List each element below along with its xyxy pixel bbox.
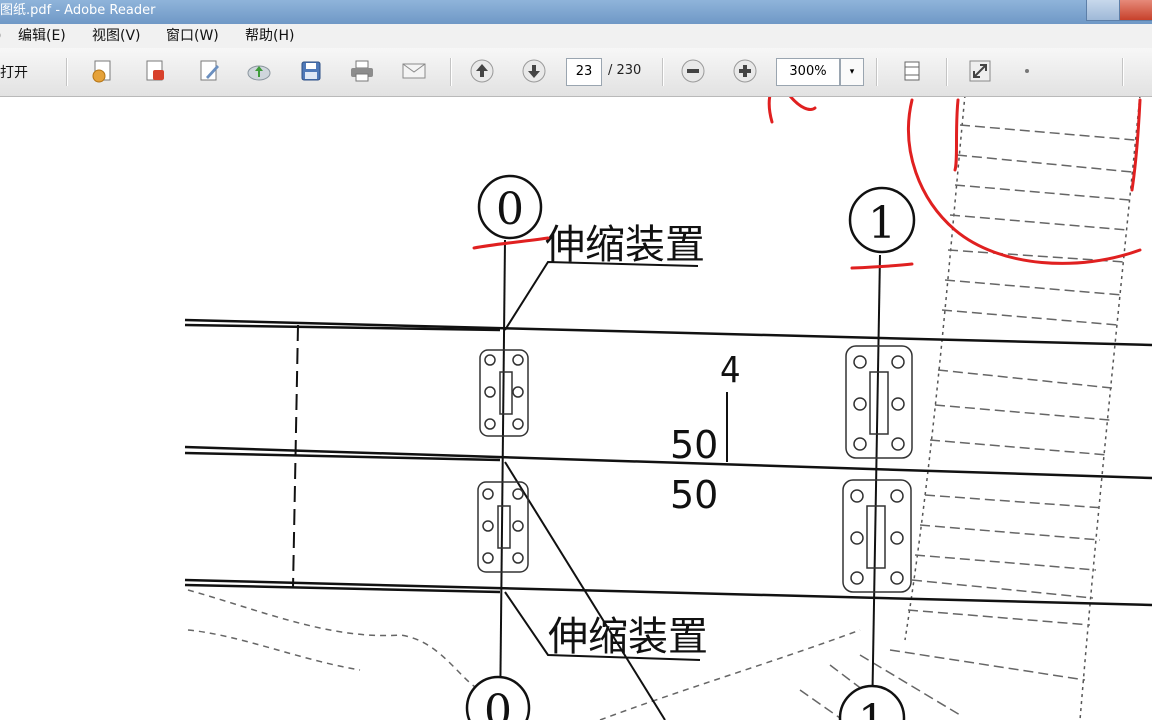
zoom-dropdown-button[interactable]: ▾ <box>840 58 864 86</box>
document-canvas[interactable]: 0 1 0 1 伸缩装置 伸缩装置 4 50 50 <box>0 97 1152 720</box>
page-total-label: / 230 <box>608 63 642 78</box>
title-bar: 图纸.pdf - Adobe Reader <box>0 0 1152 24</box>
dimension-50-bottom: 50 <box>670 473 718 517</box>
email-icon[interactable] <box>399 56 429 86</box>
window-title: 图纸.pdf - Adobe Reader <box>0 3 156 18</box>
toolbar-separator <box>662 58 664 86</box>
menu-item-file-partial[interactable]: ) <box>0 24 1 48</box>
print-icon[interactable] <box>347 56 377 86</box>
next-page-icon[interactable] <box>519 56 549 86</box>
axis-line-1 <box>871 254 881 720</box>
dimension-4: 4 <box>720 350 741 391</box>
toolbar-overflow-icon[interactable] <box>1012 56 1042 86</box>
expansion-joint-label-top: 伸缩装置 <box>545 222 705 268</box>
cloud-share-icon[interactable] <box>244 56 274 86</box>
zoom-in-icon[interactable] <box>730 56 760 86</box>
edit-document-icon[interactable] <box>194 56 224 86</box>
toolbar-separator <box>450 58 452 86</box>
ground-line <box>187 589 481 691</box>
export-pdf-icon[interactable] <box>140 56 170 86</box>
axis-label-0-bottom: 0 <box>484 686 512 720</box>
page-number-input[interactable]: 23 <box>566 58 602 86</box>
zoom-out-icon[interactable] <box>678 56 708 86</box>
open-button-label[interactable]: 打开 <box>0 62 28 82</box>
zoom-input[interactable]: 300% <box>776 58 840 86</box>
toolbar-separator <box>876 58 878 86</box>
expansion-joint-label-bottom: 伸缩装置 <box>548 614 708 660</box>
axis-label-1-top: 1 <box>868 198 896 249</box>
axis-label-0-top: 0 <box>496 184 524 235</box>
minimize-button[interactable] <box>1086 0 1120 21</box>
axis-label-1-bottom: 1 <box>858 696 886 720</box>
dimension-50-top: 50 <box>670 423 718 467</box>
toolbar-separator <box>66 58 68 86</box>
previous-page-icon[interactable] <box>467 56 497 86</box>
leader-top <box>504 260 699 331</box>
menu-item-help[interactable]: 帮助(H) <box>245 24 294 48</box>
toolbar-separator <box>1122 58 1124 86</box>
create-pdf-icon[interactable] <box>88 56 118 86</box>
menu-item-view[interactable]: 视图(V) <box>92 24 141 48</box>
full-screen-icon[interactable] <box>965 56 995 86</box>
hatched-slope <box>799 97 1141 720</box>
toolbar-separator <box>946 58 948 86</box>
close-button[interactable] <box>1119 0 1152 21</box>
menu-bar: ) 编辑(E) 视图(V) 窗口(W) 帮助(H) <box>0 24 1152 49</box>
bearing-right-bottom <box>842 479 912 593</box>
save-icon[interactable] <box>296 56 326 86</box>
axis-line-0 <box>499 239 506 720</box>
menu-item-window[interactable]: 窗口(W) <box>166 24 219 48</box>
engineering-drawing: 0 1 0 1 伸缩装置 伸缩装置 4 50 50 <box>184 97 1152 720</box>
fit-page-icon[interactable] <box>897 56 927 86</box>
menu-item-edit[interactable]: 编辑(E) <box>18 24 66 48</box>
